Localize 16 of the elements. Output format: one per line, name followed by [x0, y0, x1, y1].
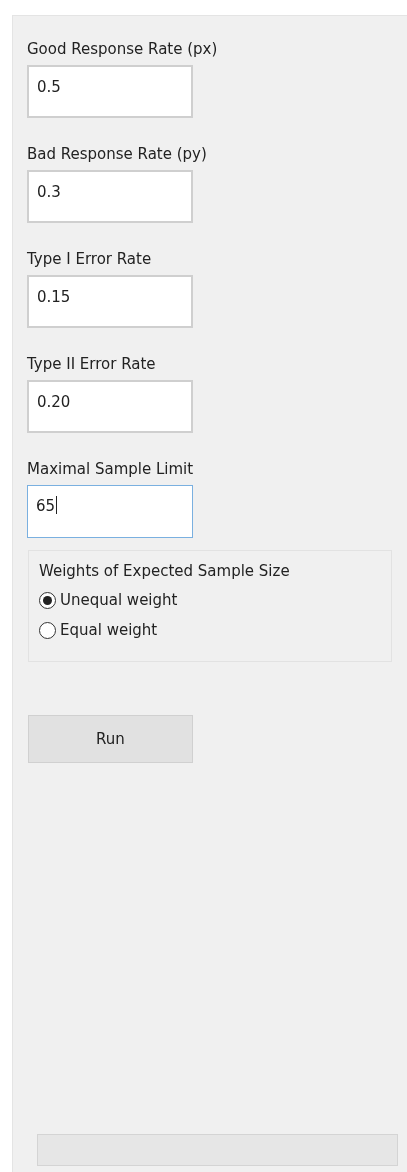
radio-option[interactable]: Equal weight [39, 617, 158, 643]
input-field[interactable]: 0.20 [27, 380, 193, 433]
run-button[interactable]: Run [28, 715, 193, 763]
input-field[interactable]: 0.3 [27, 170, 193, 223]
radio-option[interactable]: Unequal weight [39, 587, 178, 613]
field-label: Type II Error Rate [27, 354, 157, 375]
radio-button[interactable] [39, 591, 56, 609]
radio-button[interactable] [39, 621, 56, 639]
field-label: Maximal Sample Limit [27, 459, 195, 480]
input-field[interactable]: 0.15 [27, 275, 193, 328]
input-field[interactable]: 65 [27, 485, 193, 538]
field-label: Bad Response Rate (py) [27, 144, 208, 165]
field-label: Good Response Rate (px) [27, 39, 219, 60]
input-field[interactable]: 0.5 [27, 65, 193, 118]
group-title: Weights of Expected Sample Size [39, 561, 291, 582]
field-label: Type I Error Rate [27, 249, 153, 270]
